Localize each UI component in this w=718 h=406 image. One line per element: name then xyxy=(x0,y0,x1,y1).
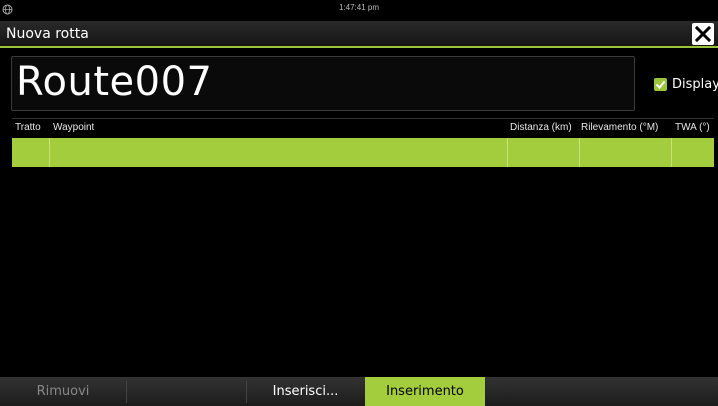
bottom-button-bar: Rimuovi Inserisci... Inserimento Bulk... xyxy=(0,377,718,406)
dialog-title-bar: Nuova rotta xyxy=(0,21,718,48)
close-icon xyxy=(695,26,711,42)
status-bar: 1:47:41 pm xyxy=(0,0,718,21)
column-header-twa[interactable]: TWA (°) xyxy=(675,122,710,133)
divider xyxy=(126,381,127,403)
bulk-insert-button[interactable]: Inserimento Bulk... xyxy=(365,377,485,406)
table-cell-distanza xyxy=(508,138,580,167)
remove-button[interactable]: Rimuovi xyxy=(0,377,126,406)
column-header-distanza[interactable]: Distanza (km) xyxy=(510,122,572,133)
column-header-waypoint[interactable]: Waypoint xyxy=(53,122,94,133)
table-cell-tratto xyxy=(12,138,50,167)
table-cell-twa xyxy=(672,138,714,167)
table-row[interactable] xyxy=(12,138,714,167)
table-cell-waypoint xyxy=(50,138,508,167)
legs-table: Tratto Waypoint Distanza (km) Rilevament… xyxy=(12,118,714,366)
table-cell-rilevamento xyxy=(580,138,672,167)
column-header-tratto[interactable]: Tratto xyxy=(15,122,41,133)
close-button[interactable] xyxy=(692,23,714,45)
checkbox-checked-icon xyxy=(654,78,667,91)
display-label: Display xyxy=(672,77,718,92)
dialog-title: Nuova rotta xyxy=(6,26,89,42)
route-name-input[interactable]: Route007 xyxy=(11,56,635,111)
route-name-value: Route007 xyxy=(16,59,213,105)
insert-button[interactable]: Inserisci... xyxy=(246,377,365,406)
table-header: Tratto Waypoint Distanza (km) Rilevament… xyxy=(12,120,714,138)
column-header-rilevamento[interactable]: Rilevamento (°M) xyxy=(581,122,658,133)
clock: 1:47:41 pm xyxy=(338,3,380,12)
